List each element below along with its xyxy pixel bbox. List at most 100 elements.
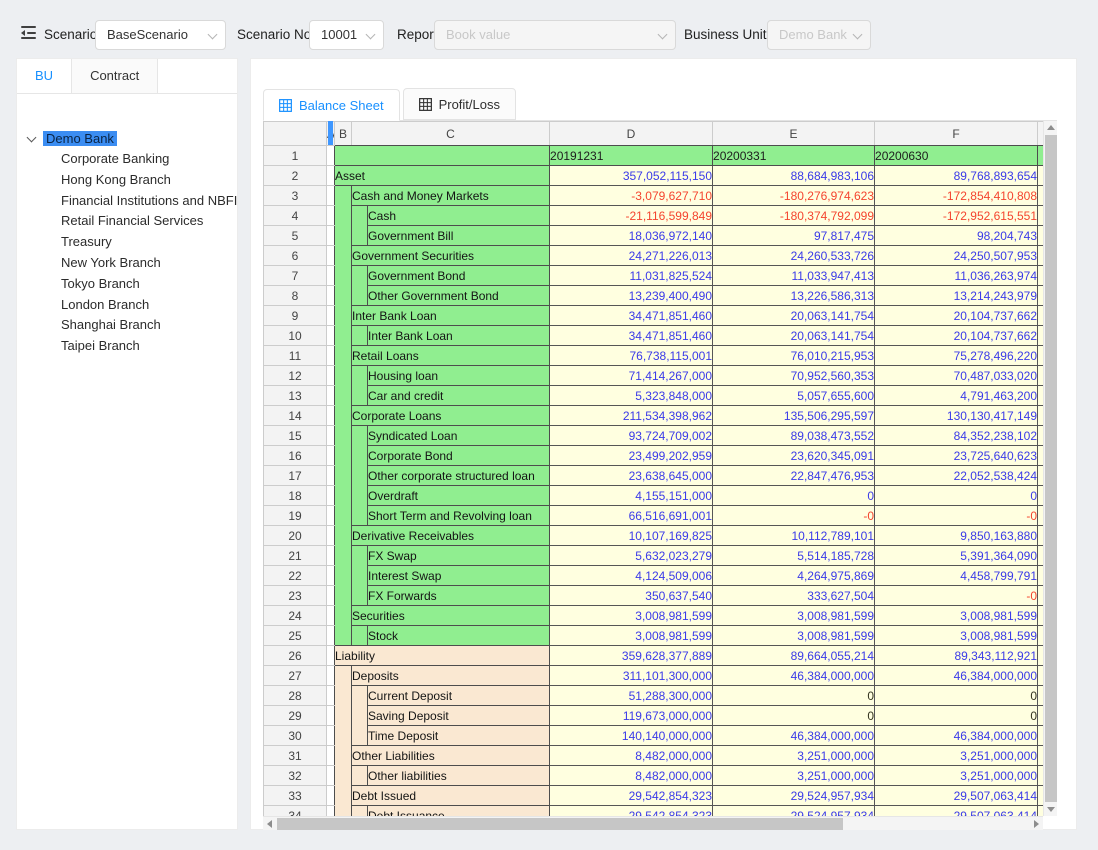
grid-cell[interactable]	[327, 646, 335, 666]
row-number[interactable]: 31	[264, 746, 327, 766]
label-cell[interactable]: Car and credit	[368, 386, 550, 406]
row-number[interactable]: 32	[264, 766, 327, 786]
value-cell[interactable]: 46,384,000,000	[875, 666, 1038, 686]
grid-cell[interactable]	[327, 466, 335, 486]
value-cell[interactable]: 0	[875, 686, 1038, 706]
row-number[interactable]: 20	[264, 526, 327, 546]
value-cell[interactable]: 5,514,185,728	[713, 546, 875, 566]
grid-cell[interactable]	[327, 426, 335, 446]
value-cell[interactable]: 70,952,560,353	[713, 366, 875, 386]
label-cell[interactable]: Housing loan	[368, 366, 550, 386]
row-number[interactable]: 1	[264, 146, 327, 166]
scroll-down-icon[interactable]	[1047, 807, 1055, 812]
tree-item[interactable]: Retail Financial Services	[17, 211, 237, 232]
row-number[interactable]: 29	[264, 706, 327, 726]
value-cell[interactable]: 4,264,975,869	[713, 566, 875, 586]
value-cell[interactable]: 0	[875, 706, 1038, 726]
value-cell[interactable]: 76,738,115,001	[550, 346, 713, 366]
scroll-right-icon[interactable]	[1034, 820, 1039, 828]
value-cell[interactable]: 24,271,226,013	[550, 246, 713, 266]
value-cell[interactable]: -0	[875, 586, 1038, 606]
value-cell[interactable]: 119,673,000,000	[550, 706, 713, 726]
value-cell[interactable]: 20,104,737,662	[875, 306, 1038, 326]
value-cell[interactable]: 8,482,000,000	[550, 766, 713, 786]
value-cell[interactable]: -21,116,599,849	[550, 206, 713, 226]
column-header[interactable]: F	[875, 122, 1038, 146]
value-cell[interactable]: 20,063,141,754	[713, 306, 875, 326]
horizontal-scroll-thumb[interactable]	[277, 818, 843, 830]
scroll-up-icon[interactable]	[1047, 125, 1055, 130]
tab-balance-sheet[interactable]: Balance Sheet	[263, 89, 400, 121]
value-cell[interactable]: -180,276,974,623	[713, 186, 875, 206]
value-cell[interactable]: 211,534,398,962	[550, 406, 713, 426]
row-number[interactable]: 18	[264, 486, 327, 506]
grid-cell[interactable]	[327, 726, 335, 746]
label-cell[interactable]: Debt Issued	[352, 786, 550, 806]
value-cell[interactable]: 4,155,151,000	[550, 486, 713, 506]
value-cell[interactable]: 3,251,000,000	[713, 746, 875, 766]
row-number[interactable]: 14	[264, 406, 327, 426]
grid-cell[interactable]	[327, 226, 335, 246]
row-number[interactable]: 23	[264, 586, 327, 606]
row-number[interactable]: 7	[264, 266, 327, 286]
tree-root-label[interactable]: Demo Bank	[43, 131, 117, 146]
value-cell[interactable]: 11,033,947,413	[713, 266, 875, 286]
row-number[interactable]: 21	[264, 546, 327, 566]
grid-cell[interactable]	[327, 766, 335, 786]
grid-cell[interactable]	[327, 446, 335, 466]
value-cell[interactable]: 46,384,000,000	[875, 726, 1038, 746]
value-cell[interactable]: -0	[875, 506, 1038, 526]
row-number[interactable]: 33	[264, 786, 327, 806]
grid-cell[interactable]	[327, 206, 335, 226]
tree-item[interactable]: Taipei Branch	[17, 336, 237, 357]
value-cell[interactable]: 46,384,000,000	[713, 726, 875, 746]
grid-cell[interactable]	[327, 186, 335, 206]
value-cell[interactable]: 5,632,023,279	[550, 546, 713, 566]
column-resize-bar[interactable]	[328, 121, 333, 145]
row-number[interactable]: 15	[264, 426, 327, 446]
tree-item[interactable]: Hong Kong Branch	[17, 170, 237, 191]
row-number[interactable]: 16	[264, 446, 327, 466]
scenario-select[interactable]: BaseScenario	[95, 20, 226, 50]
chevron-down-icon[interactable]	[27, 133, 37, 143]
value-cell[interactable]: 357,052,115,150	[550, 166, 713, 186]
label-cell[interactable]: Current Deposit	[368, 686, 550, 706]
label-cell[interactable]: FX Swap	[368, 546, 550, 566]
value-cell[interactable]: 18,036,972,140	[550, 226, 713, 246]
tree-item[interactable]: London Branch	[17, 295, 237, 316]
value-cell[interactable]: -0	[713, 506, 875, 526]
value-cell[interactable]: 97,817,475	[713, 226, 875, 246]
value-cell[interactable]: -3,079,627,710	[550, 186, 713, 206]
tree-item-root[interactable]: Demo Bank	[17, 129, 237, 149]
value-cell[interactable]: 3,251,000,000	[875, 746, 1038, 766]
value-cell[interactable]: 24,260,533,726	[713, 246, 875, 266]
row-number[interactable]: 24	[264, 606, 327, 626]
label-cell[interactable]: Stock	[368, 626, 550, 646]
value-cell[interactable]: 4,124,509,006	[550, 566, 713, 586]
row-number[interactable]: 2	[264, 166, 327, 186]
grid-cell[interactable]	[327, 246, 335, 266]
label-cell[interactable]: Securities	[352, 606, 550, 626]
row-number[interactable]: 30	[264, 726, 327, 746]
tab-profit-loss[interactable]: Profit/Loss	[403, 88, 516, 120]
value-cell[interactable]: 20,063,141,754	[713, 326, 875, 346]
tree-item[interactable]: Financial Institutions and NBFI	[17, 191, 237, 212]
value-cell[interactable]: 66,516,691,001	[550, 506, 713, 526]
value-cell[interactable]: 11,036,263,974	[875, 266, 1038, 286]
grid-cell[interactable]	[327, 406, 335, 426]
value-cell[interactable]: 70,487,033,020	[875, 366, 1038, 386]
grid-cell[interactable]	[327, 526, 335, 546]
value-cell[interactable]: 3,251,000,000	[713, 766, 875, 786]
value-cell[interactable]: 0	[713, 706, 875, 726]
grid-cell[interactable]	[327, 806, 335, 817]
label-cell[interactable]: Government Securities	[352, 246, 550, 266]
label-cell[interactable]: Other liabilities	[368, 766, 550, 786]
value-cell[interactable]: 135,506,295,597	[713, 406, 875, 426]
tree-item[interactable]: New York Branch	[17, 253, 237, 274]
label-cell[interactable]: Syndicated Loan	[368, 426, 550, 446]
value-cell[interactable]: 22,847,476,953	[713, 466, 875, 486]
label-cell[interactable]: Cash	[368, 206, 550, 226]
scroll-left-icon[interactable]	[267, 820, 272, 828]
value-cell[interactable]: 9,850,163,880	[875, 526, 1038, 546]
value-cell[interactable]: 29,507,063,414	[875, 786, 1038, 806]
